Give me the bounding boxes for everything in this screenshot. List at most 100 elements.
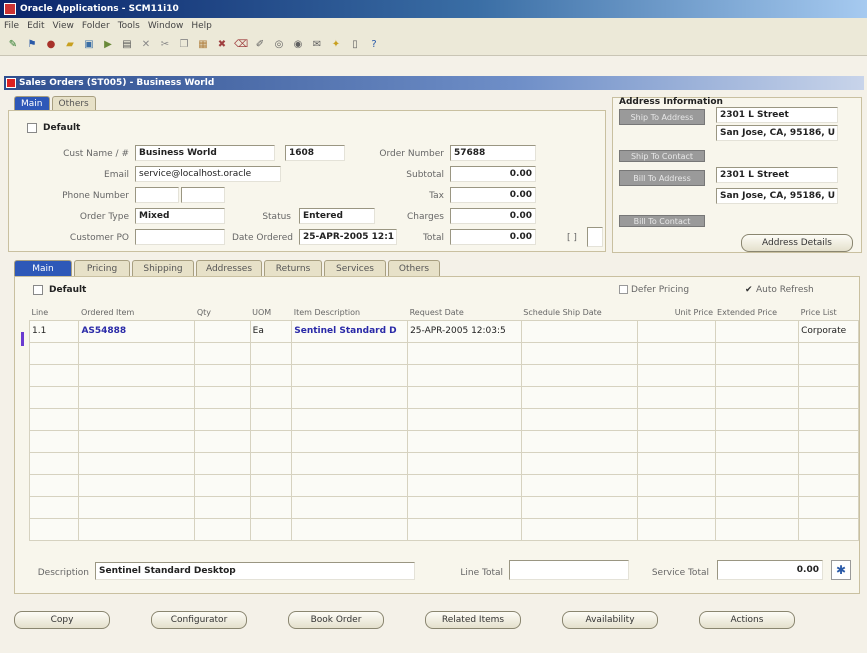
empty-cell[interactable] [407,341,522,365]
empty-cell[interactable] [637,495,716,519]
tab-main[interactable]: Main [14,96,50,110]
bill-to-contact-button[interactable]: Bill To Contact [619,215,705,227]
empty-cell[interactable] [291,363,409,387]
empty-cell[interactable] [798,341,859,365]
empty-cell[interactable] [520,363,639,387]
empty-cell[interactable] [291,451,409,475]
line-tab-pricing[interactable]: Pricing [74,260,130,276]
book-order-button[interactable]: Book Order [288,611,384,629]
zoom-icon[interactable]: ◎ [272,38,286,52]
empty-cell[interactable] [714,363,800,387]
empty-cell[interactable] [78,429,196,453]
translations-icon[interactable]: ◉ [291,38,305,52]
empty-cell[interactable] [714,341,800,365]
empty-cell[interactable] [291,473,409,497]
empty-cell[interactable] [520,517,639,541]
empty-cell[interactable] [714,517,800,541]
line-tab-services[interactable]: Services [324,260,386,276]
empty-cell[interactable] [28,473,80,497]
empty-cell[interactable] [798,517,859,541]
table-row[interactable] [28,407,859,431]
menu-help[interactable]: Help [191,21,212,31]
empty-cell[interactable] [194,407,251,431]
empty-cell[interactable] [520,451,639,475]
table-row[interactable] [28,495,859,519]
table-row[interactable] [28,363,859,387]
empty-cell[interactable] [714,407,800,431]
table-row[interactable] [28,473,859,497]
line-tab-addresses[interactable]: Addresses [196,260,262,276]
empty-cell[interactable] [637,407,716,431]
menu-window[interactable]: Window [148,21,184,31]
empty-cell[interactable] [78,407,196,431]
empty-cell[interactable] [798,451,859,475]
edit-field-icon[interactable]: ✐ [253,38,267,52]
empty-cell[interactable] [798,495,859,519]
empty-cell[interactable] [194,473,251,497]
empty-cell[interactable] [637,473,716,497]
cell-uom[interactable]: Ea [249,319,293,343]
print-icon[interactable]: ▤ [120,38,134,52]
empty-cell[interactable] [28,363,80,387]
menu-file[interactable]: File [4,21,19,31]
order-number-field[interactable]: 57688 [450,145,536,161]
total-bracket[interactable]: [ ] [567,233,577,243]
empty-cell[interactable] [194,517,251,541]
actions-button[interactable]: Actions [699,611,795,629]
navigator-icon[interactable]: ● [44,38,58,52]
menu-view[interactable]: View [53,21,74,31]
empty-cell[interactable] [637,517,716,541]
ship-to-contact-button[interactable]: Ship To Contact [619,150,705,162]
cell-unit-price[interactable] [637,319,716,343]
empty-cell[interactable] [28,385,80,409]
line-tab-others[interactable]: Others [388,260,440,276]
attachments-icon[interactable]: ✉ [310,38,324,52]
empty-cell[interactable] [637,451,716,475]
table-row[interactable] [28,429,859,453]
line-tab-main[interactable]: Main [14,260,72,276]
empty-cell[interactable] [194,363,251,387]
next-step-icon[interactable]: ▶ [101,38,115,52]
auto-refresh-checkbox[interactable]: ✔ [745,285,753,295]
empty-cell[interactable] [798,429,859,453]
cell-price-list[interactable]: Corporate [798,319,859,343]
menu-tools[interactable]: Tools [118,21,140,31]
table-row[interactable]: 1.1 AS54888 Ea Sentinel Standard D 25-AP… [28,319,859,343]
empty-cell[interactable] [291,341,409,365]
folder-icon[interactable] [27,123,37,133]
empty-cell[interactable] [249,341,293,365]
empty-cell[interactable] [407,407,522,431]
empty-cell[interactable] [78,385,196,409]
empty-cell[interactable] [291,385,409,409]
help-icon[interactable]: ? [367,38,381,52]
ship-to-address-button[interactable]: Ship To Address [619,109,705,125]
empty-cell[interactable] [407,363,522,387]
empty-cell[interactable] [798,363,859,387]
empty-cell[interactable] [249,385,293,409]
copy-icon[interactable]: ❐ [177,38,191,52]
phone-area-field[interactable] [135,187,179,203]
cell-ordered-item[interactable]: AS54888 [78,319,196,343]
delete-record-icon[interactable]: ⌫ [234,38,248,52]
empty-cell[interactable] [194,385,251,409]
empty-cell[interactable] [407,385,522,409]
table-row[interactable] [28,517,859,541]
empty-cell[interactable] [78,363,196,387]
configurator-button[interactable]: Configurator [151,611,247,629]
empty-cell[interactable] [714,495,800,519]
empty-cell[interactable] [28,517,80,541]
cell-qty[interactable] [194,319,251,343]
empty-cell[interactable] [291,517,409,541]
empty-cell[interactable] [78,341,196,365]
phone-number-field[interactable] [181,187,225,203]
cell-schedule-ship-date[interactable] [520,319,639,343]
empty-cell[interactable] [714,473,800,497]
tab-others[interactable]: Others [51,96,96,110]
empty-cell[interactable] [798,473,859,497]
empty-cell[interactable] [28,407,80,431]
empty-cell[interactable] [194,495,251,519]
empty-cell[interactable] [249,363,293,387]
total-detail-box[interactable] [587,227,603,247]
empty-cell[interactable] [520,429,639,453]
menu-folder[interactable]: Folder [82,21,110,31]
